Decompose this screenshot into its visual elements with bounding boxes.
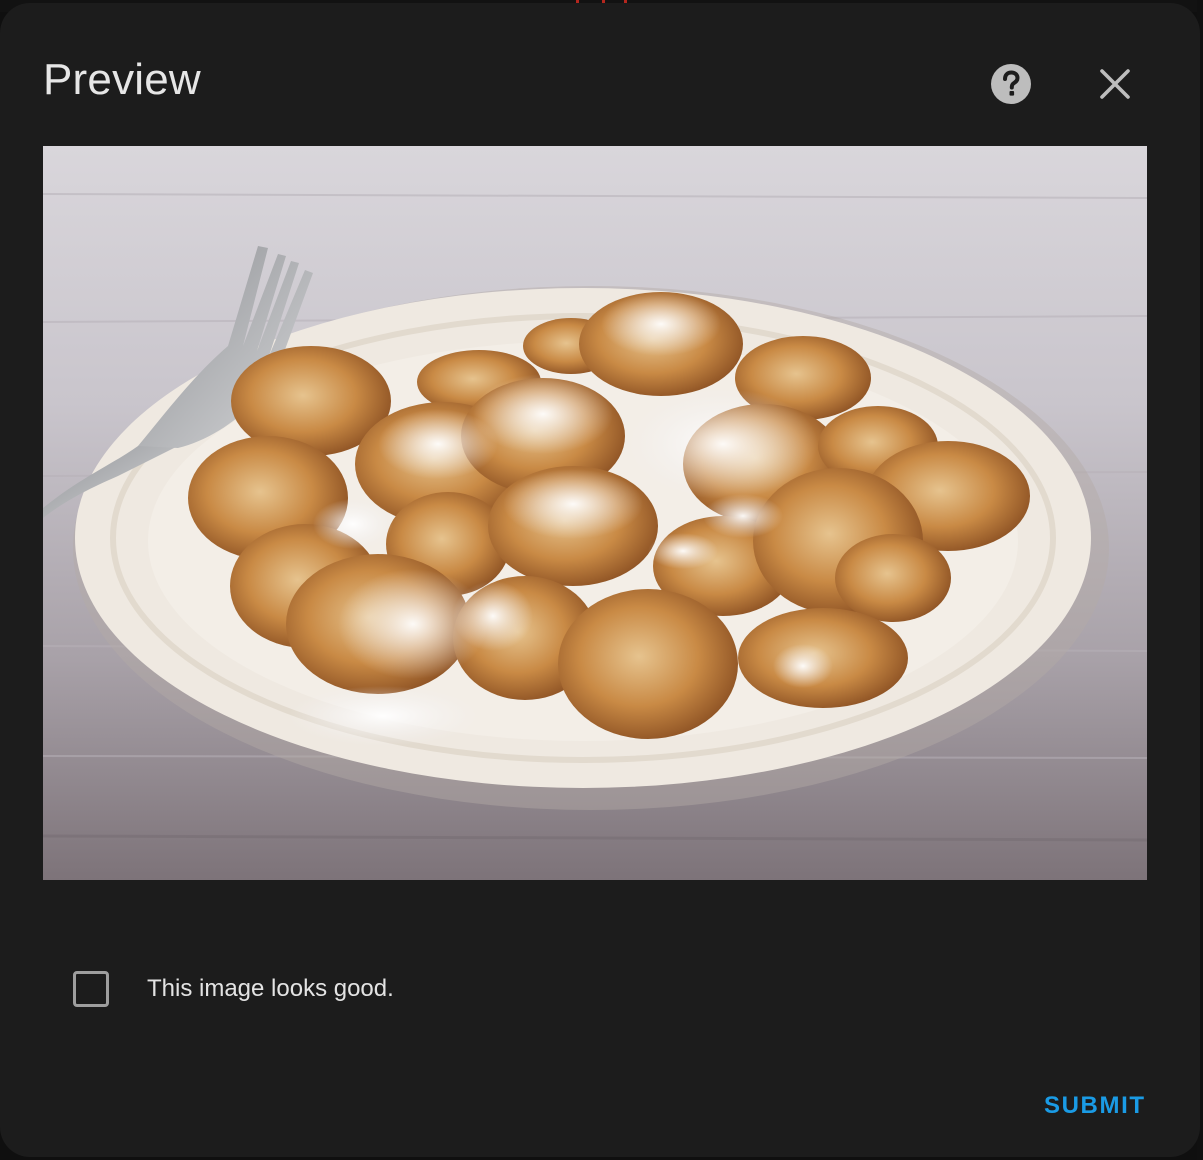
- submit-button[interactable]: SUBMIT: [1040, 1088, 1150, 1124]
- close-icon[interactable]: [1094, 61, 1136, 107]
- dialog-title: Preview: [43, 55, 201, 104]
- preview-dialog: Preview This image looks good. SUBMIT: [0, 3, 1200, 1157]
- pancakes-photo: [43, 146, 1147, 880]
- confirm-row: This image looks good.: [73, 969, 394, 1009]
- preview-image: [43, 146, 1147, 880]
- confirm-label: This image looks good.: [147, 975, 394, 1002]
- confirm-checkbox[interactable]: [73, 971, 109, 1007]
- help-icon[interactable]: [990, 63, 1032, 105]
